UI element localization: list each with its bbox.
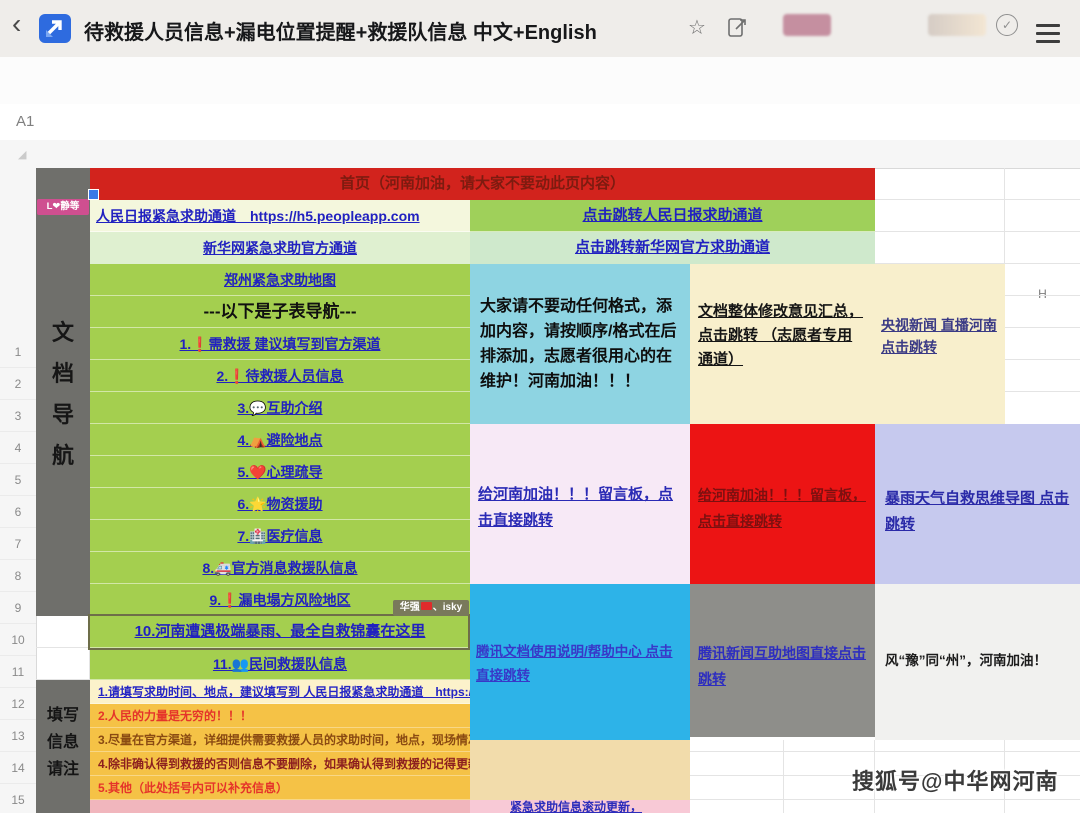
nav-item-cell[interactable]: 7.🏥医疗信息 <box>90 520 470 552</box>
row-header[interactable]: 5 <box>0 464 36 496</box>
star-icon[interactable]: ☆ <box>688 15 706 40</box>
row-header[interactable]: 13 <box>0 720 36 752</box>
emergency-scroll-link-cell[interactable]: 紧急求助信息滚动更新， <box>470 800 690 813</box>
row-header[interactable]: 8 <box>0 560 36 592</box>
note-cell: 3.尽量在官方渠道，详细提供需要救援人员的求助时间，地点，现场情况，联 <box>90 728 470 752</box>
row-header[interactable]: 1 <box>0 336 36 368</box>
doc-nav-char: 文 <box>52 315 74 347</box>
slogan-cell: 风“豫”同“州”，河南加油！ <box>875 584 1080 740</box>
feedback-link-cell[interactable]: 文档整体修改意见汇总，点击跳转 （志愿者专用通道） <box>690 264 875 424</box>
gridline <box>1005 391 1080 392</box>
doc-nav-char: 航 <box>52 438 74 470</box>
nav-item-cell[interactable]: 1.❗需救援 建议填写到官方渠道 <box>90 328 470 360</box>
row-header[interactable]: 11 <box>0 656 36 688</box>
fill-note-line: 信息 <box>47 728 79 752</box>
gridline <box>875 199 1080 200</box>
doc-nav-sidebar-cell: 文 档 导 航 <box>36 168 90 616</box>
top-bar: ‹ 待救援人员信息+漏电位置提醒+救援队信息 中文+English ☆ ✓ <box>0 0 1080 58</box>
fill-note-line: 请注 <box>47 755 79 779</box>
row-header-column: 1 2 3 4 5 6 7 8 9 10 11 12 13 14 15 16 1… <box>0 168 37 813</box>
toolbar: ↺ ↻ ⊕ 插入▾ 常规▾ .0 默认字体▾ 20▾ B A▾ ⋯ ▾ ▾ 更多… <box>0 57 1080 105</box>
formula-bar: A1 <box>0 104 1080 141</box>
note-cell: 4.除非确认得到救援的否则信息不要删除，如果确认得到救援的记得更新进 <box>90 752 470 776</box>
select-all-corner[interactable]: ◢ <box>18 148 26 161</box>
blurred-badge-1 <box>783 14 831 36</box>
china-flag-emoji <box>421 602 432 610</box>
row-header[interactable]: 15 <box>0 784 36 813</box>
row-header[interactable]: 10 <box>0 624 36 656</box>
jump-people-daily-cell[interactable]: 点击跳转人民日报求助通道 <box>470 200 875 232</box>
watermark: 搜狐号@中华网河南 <box>852 764 1058 796</box>
subsheet-nav-header-cell: ---以下是子表导航--- <box>90 296 470 328</box>
tan-block-cell <box>470 740 690 800</box>
back-icon[interactable]: ‹ <box>12 8 21 40</box>
document-title: 待救援人员信息+漏电位置提醒+救援队信息 中文+English <box>84 16 684 45</box>
menu-icon[interactable] <box>1036 19 1060 48</box>
nav-item-cell[interactable]: 10.河南遭遇极端暴雨、最全自救锦囊在这里 <box>90 616 470 648</box>
doc-nav-char: 档 <box>52 356 74 388</box>
note-cell[interactable]: 1.请填写求助时间、地点，建议填写到 人民日报紧急求助通道 https://h5… <box>90 680 470 704</box>
cell-reference-box[interactable]: A1 <box>16 113 34 130</box>
tencent-docs-sheet-app: ‹ 待救援人员信息+漏电位置提醒+救援队信息 中文+English ☆ ✓ ↺ … <box>0 0 1080 813</box>
gridline <box>1005 327 1080 328</box>
row-header[interactable]: 14 <box>0 752 36 784</box>
collaborator-label: 华强 、isky <box>393 600 469 616</box>
row-header[interactable]: 12 <box>0 688 36 720</box>
fill-note-line: 填写 <box>47 701 79 725</box>
row-header[interactable]: 2 <box>0 368 36 400</box>
gridline <box>875 231 1080 232</box>
docs-help-link-cell[interactable]: 腾讯文档使用说明/帮助中心 点击直接跳转 <box>470 584 690 740</box>
gridline <box>690 751 1080 752</box>
note-cell: 5.其他（此处括号内可以补充信息） <box>90 776 470 800</box>
format-notice-cell: 大家请不要动任何格式，添加内容，请按顺序/格式在后排添加，志愿者很用心的在维护！… <box>470 264 690 424</box>
row-header[interactable]: 9 <box>0 592 36 624</box>
column-header[interactable]: H <box>1005 280 1080 308</box>
share-icon[interactable] <box>726 15 750 41</box>
nav-item-cell[interactable]: 11.👥民间救援队信息 <box>90 648 470 680</box>
gridline <box>690 799 1080 800</box>
gridline <box>783 740 784 813</box>
sidebar-cell-partial <box>36 800 90 813</box>
jump-xinhua-cell[interactable]: 点击跳转新华网官方求助通道 <box>470 232 875 264</box>
collaborator-label: L❤静等 <box>37 199 89 215</box>
people-daily-link-cell[interactable]: 人民日报紧急求助通道 https://h5.peopleapp.com <box>90 200 470 232</box>
doc-nav-char: 导 <box>52 397 74 429</box>
row-header[interactable]: 7 <box>0 528 36 560</box>
collaborator-name-2: 、isky <box>433 602 462 613</box>
news-map-link-cell[interactable]: 腾讯新闻互助地图直接点击跳转 <box>690 584 875 737</box>
message-board-link-cell[interactable]: 给河南加油！！！留言板，点击直接跳转 <box>470 424 690 584</box>
note-cell: 2.人民的力量是无穷的！！！ <box>90 704 470 728</box>
check-circle-icon[interactable]: ✓ <box>996 14 1018 36</box>
message-board-link-cell-red[interactable]: 给河南加油！！！留言板，点击直接跳转 <box>690 424 875 584</box>
nav-item-cell[interactable]: 8.🚑官方消息救援队信息 <box>90 552 470 584</box>
nav-item-cell[interactable]: 6.🌟物资援助 <box>90 488 470 520</box>
zhengzhou-map-link-cell[interactable]: 郑州紧急求助地图 <box>90 264 470 296</box>
nav-item-cell[interactable]: 5.❤️心理疏导 <box>90 456 470 488</box>
collaborator-name: 华强 <box>400 602 420 613</box>
blurred-badge-2 <box>928 14 986 36</box>
gridline <box>1005 359 1080 360</box>
xinhua-link-cell[interactable]: 新华网紧急求助官方通道 <box>90 232 470 264</box>
fill-note-sidebar-cell: 填写 信息 请注 <box>36 680 90 800</box>
collaborator-cursor-marker <box>88 189 99 200</box>
nav-item-cell[interactable]: 4.⛺避险地点 <box>90 424 470 456</box>
row-header[interactable]: 3 <box>0 400 36 432</box>
pink-strip-cell <box>90 800 470 813</box>
home-banner-cell: 首页（河南加油，请大家不要动此页内容） <box>90 168 875 200</box>
column-header-row: ◢ A ◄▶ C D E F G H <box>0 140 1080 169</box>
row-header[interactable]: 6 <box>0 496 36 528</box>
nav-item-cell[interactable]: 3.💬互助介绍 <box>90 392 470 424</box>
gridline <box>36 647 90 648</box>
mindmap-link-cell[interactable]: 暴雨天气自救思维导图 点击跳转 <box>875 424 1080 584</box>
cctv-live-link-cell[interactable]: 央视新闻 直播河南 点击跳转 <box>875 264 1005 424</box>
gridline <box>1005 295 1080 296</box>
nav-item-cell[interactable]: 2.❗待救援人员信息 <box>90 360 470 392</box>
row-header[interactable]: 4 <box>0 432 36 464</box>
tencent-docs-logo <box>38 13 72 44</box>
gridline <box>1004 168 1005 264</box>
